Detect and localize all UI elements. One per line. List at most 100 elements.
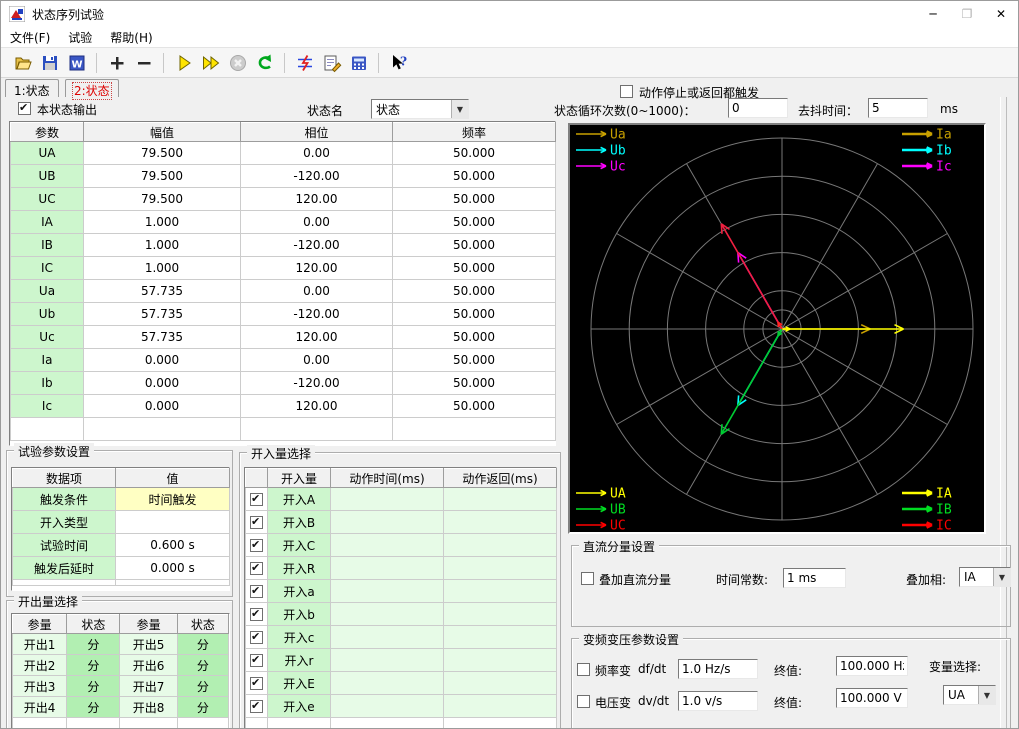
param-value-cell[interactable]: 0.00 — [240, 279, 393, 303]
volt-end-input[interactable] — [836, 688, 908, 708]
input-enable-checkbox[interactable] — [250, 561, 263, 575]
menu-help[interactable]: 帮助(H) — [101, 27, 161, 47]
save-button[interactable] — [37, 50, 62, 75]
loop-count-input[interactable] — [728, 98, 788, 118]
param-value-cell[interactable]: 50.000 — [392, 233, 556, 257]
input-enable-checkbox[interactable] — [250, 538, 263, 552]
param-value-cell[interactable]: 50.000 — [392, 141, 556, 165]
chevron-down-icon[interactable]: ▼ — [451, 100, 468, 118]
param-value-cell[interactable]: 79.500 — [83, 141, 241, 165]
param-value-cell[interactable]: 1.000 — [83, 256, 241, 280]
run-button[interactable] — [171, 50, 196, 75]
param-value-cell[interactable]: -120.00 — [240, 302, 393, 326]
output-state-cell[interactable]: 分 — [66, 654, 121, 676]
output-state-cell[interactable]: 分 — [66, 633, 121, 655]
tab-state-1[interactable]: 1:状态 — [5, 79, 59, 98]
freq-end-input[interactable] — [836, 656, 908, 676]
param-value-cell[interactable]: 57.735 — [83, 279, 241, 303]
param-value-cell[interactable]: 120.00 — [240, 187, 393, 211]
input-enable-checkbox[interactable] — [250, 584, 263, 598]
param-value-cell[interactable]: 0.000 — [83, 371, 241, 395]
export-word-button[interactable]: W — [64, 50, 89, 75]
waveform-button[interactable] — [292, 50, 317, 75]
right-splitter[interactable] — [1000, 97, 1007, 728]
dc-time-const-input[interactable] — [783, 568, 846, 588]
param-value-cell[interactable]: 50.000 — [392, 256, 556, 280]
param-value-cell[interactable]: 120.00 — [240, 394, 393, 418]
open-button[interactable] — [10, 50, 35, 75]
param-value-cell[interactable]: 120.00 — [240, 256, 393, 280]
input-enable-checkbox[interactable] — [250, 653, 263, 667]
param-value-cell[interactable]: -120.00 — [240, 371, 393, 395]
test-param-value-cell[interactable]: 0.000 s — [115, 556, 230, 580]
minimize-button[interactable]: ─ — [916, 1, 950, 27]
trigger-on-stop-checkbox[interactable] — [620, 85, 633, 98]
output-state-cell[interactable]: 分 — [176, 654, 230, 676]
chevron-down-icon[interactable]: ▼ — [978, 686, 995, 704]
param-value-cell[interactable]: 0.000 — [83, 394, 241, 418]
test-param-value-cell[interactable] — [115, 510, 230, 534]
debounce-input[interactable] — [868, 98, 928, 118]
report-button[interactable] — [319, 50, 344, 75]
stop-button[interactable] — [225, 50, 250, 75]
dfdt-input[interactable] — [678, 659, 758, 679]
maximize-button[interactable]: ❐ — [950, 1, 984, 27]
context-help-button[interactable]: ? — [386, 50, 411, 75]
param-value-cell[interactable]: 50.000 — [392, 164, 556, 188]
param-value-cell[interactable]: 50.000 — [392, 302, 556, 326]
param-value-cell[interactable]: 1.000 — [83, 210, 241, 234]
output-state-cell[interactable]: 分 — [176, 633, 230, 655]
chevron-down-icon[interactable]: ▼ — [993, 568, 1010, 586]
param-value-cell[interactable]: 50.000 — [392, 279, 556, 303]
output-state-cell[interactable]: 分 — [66, 675, 121, 697]
param-value-cell[interactable]: 1.000 — [83, 233, 241, 257]
output-state-cell[interactable]: 分 — [176, 696, 230, 718]
input-enable-checkbox[interactable] — [250, 630, 263, 644]
close-button[interactable]: ✕ — [984, 1, 1018, 27]
param-value-cell[interactable]: 50.000 — [392, 187, 556, 211]
param-value-cell[interactable]: 50.000 — [392, 325, 556, 349]
param-value-cell[interactable]: 50.000 — [392, 394, 556, 418]
tab-state-2[interactable]: 2:状态 — [65, 79, 119, 100]
dc-superimpose-checkbox[interactable] — [581, 572, 594, 585]
add-state-button[interactable] — [104, 50, 129, 75]
param-value-cell[interactable]: 79.500 — [83, 187, 241, 211]
param-value-cell[interactable]: 0.00 — [240, 210, 393, 234]
input-enable-checkbox[interactable] — [250, 676, 263, 690]
input-enable-checkbox[interactable] — [250, 492, 263, 506]
report-icon — [324, 55, 341, 72]
test-param-value-cell[interactable]: 0.600 s — [115, 533, 230, 557]
undo-button[interactable] — [252, 50, 277, 75]
dvdt-input[interactable] — [678, 691, 758, 711]
param-value-cell[interactable]: -120.00 — [240, 164, 393, 188]
input-enable-checkbox[interactable] — [250, 699, 263, 713]
param-value-cell[interactable]: 0.00 — [240, 141, 393, 165]
run-continuous-button[interactable] — [198, 50, 223, 75]
var-select-combo[interactable]: UA ▼ — [943, 685, 996, 705]
menu-file[interactable]: 文件(F) — [1, 27, 59, 47]
param-value-cell[interactable]: 57.735 — [83, 325, 241, 349]
remove-state-button[interactable] — [131, 50, 156, 75]
calculator-button[interactable] — [346, 50, 371, 75]
freq-change-checkbox[interactable] — [577, 663, 590, 676]
output-state-cell[interactable]: 分 — [66, 696, 121, 718]
param-value-cell[interactable]: 0.00 — [240, 348, 393, 372]
test-param-value-cell[interactable]: 时间触发 — [115, 487, 230, 511]
param-value-cell[interactable]: 57.735 — [83, 302, 241, 326]
input-enable-checkbox[interactable] — [250, 607, 263, 621]
param-value-cell[interactable]: 0.000 — [83, 348, 241, 372]
state-name-combo[interactable]: 状态 ▼ — [371, 99, 469, 119]
param-value-cell[interactable]: 50.000 — [392, 371, 556, 395]
param-value-cell[interactable]: 50.000 — [392, 348, 556, 372]
test-param-name-cell: 试验时间 — [12, 533, 116, 557]
dc-phase-combo[interactable]: IA ▼ — [959, 567, 1011, 587]
param-value-cell[interactable]: 79.500 — [83, 164, 241, 188]
output-state-cell[interactable]: 分 — [176, 675, 230, 697]
menu-test[interactable]: 试验 — [59, 27, 101, 47]
param-value-cell[interactable]: -120.00 — [240, 233, 393, 257]
state-output-checkbox[interactable] — [18, 101, 31, 115]
param-value-cell[interactable]: 120.00 — [240, 325, 393, 349]
volt-change-checkbox[interactable] — [577, 695, 590, 708]
input-enable-checkbox[interactable] — [250, 515, 263, 529]
param-value-cell[interactable]: 50.000 — [392, 210, 556, 234]
